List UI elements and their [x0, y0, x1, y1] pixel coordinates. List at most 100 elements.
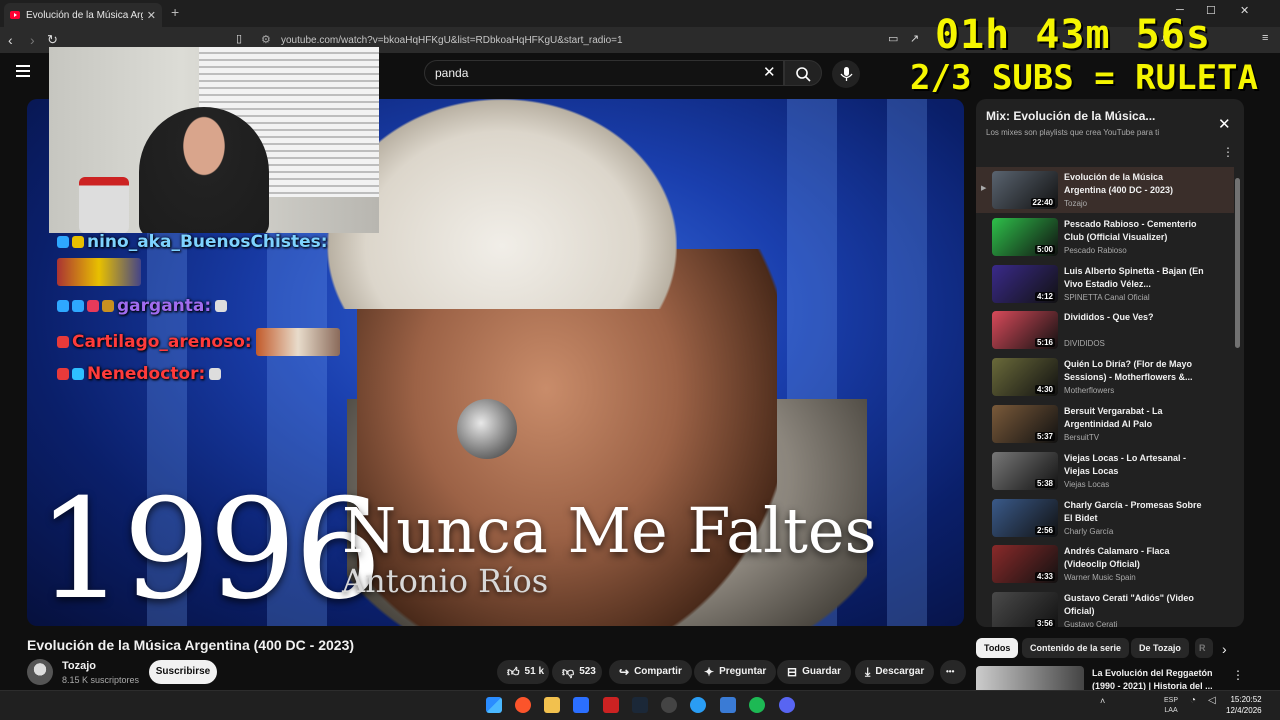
chat-badge-icon [72, 236, 84, 248]
guide-menu-icon[interactable] [16, 65, 30, 77]
obs-icon[interactable] [661, 697, 677, 713]
notepad-icon[interactable] [720, 697, 736, 713]
steam-icon[interactable] [632, 697, 648, 713]
playlist-item-duration: 2:56 [1034, 525, 1055, 535]
playlist-item-title: Luis Alberto Spinetta - Bajan (En Vivo E… [1064, 265, 1204, 289]
playlist-item[interactable]: 4:33 Andrés Calamaro - Flaca (Videoclip O… [976, 541, 1234, 587]
playlist-item-thumbnail: 5:00 [992, 217, 1058, 256]
playlist-item-channel: Viejas Locas [1064, 479, 1110, 489]
chat-badge-icon [57, 336, 69, 348]
dislike-button[interactable]: 👎︎ 523 [552, 660, 602, 684]
like-button[interactable]: 👍︎ 51 k [497, 660, 549, 684]
playlist-item[interactable]: 2:56 Charly García - Promesas Sobre El Bi… [976, 495, 1234, 541]
start-icon[interactable] [486, 697, 502, 713]
playlist-item[interactable]: 5:16 Divididos - Que Ves? DIVIDIDOS [976, 307, 1234, 353]
language-indicator[interactable]: ESP LAA [1164, 696, 1178, 716]
clock[interactable]: 15:20:52 12/4/2026 [1226, 694, 1262, 716]
chevron-right-icon[interactable]: › [1222, 641, 1227, 657]
new-tab-button[interactable]: + [171, 4, 179, 20]
recommendation-thumbnail[interactable] [976, 666, 1084, 690]
playlist-item-title: Quién Lo Diría? (Flor de Mayo Sessions) … [1064, 359, 1193, 383]
playlist-item-thumbnail: 2:56 [992, 498, 1058, 537]
chat-username: nino_aka_BuenosChistes: [87, 232, 328, 252]
chip-todos[interactable]: Todos [976, 638, 1019, 658]
chip-partial[interactable]: R [1195, 638, 1213, 658]
site-info-icon[interactable]: ⚙ [261, 33, 271, 46]
reload-icon[interactable]: ↻ [47, 32, 58, 48]
playlist-item-thumbnail: 5:38 [992, 451, 1058, 490]
recommendation-more-icon[interactable]: ⋮ [1232, 668, 1244, 682]
download-button[interactable]: ⤓ Descargar [855, 660, 935, 684]
playlist-item-thumbnail: 4:30 [992, 358, 1058, 397]
chip-channel[interactable]: De Tozajo [1131, 638, 1189, 658]
window-close-button[interactable]: ✕ [1240, 4, 1249, 17]
playlist-item-thumbnail: 22:40 [992, 171, 1058, 209]
playlist-item-title: Andrés Calamaro - Flaca (Videoclip Ofici… [1064, 546, 1170, 570]
playlist-item-channel: Charly García [1064, 526, 1114, 536]
tab-close-icon[interactable]: ✕ [147, 9, 156, 22]
playlist-item-thumbnail: 4:33 [992, 545, 1058, 584]
like-count: 51 k [524, 666, 545, 677]
forward-icon[interactable]: › [30, 32, 35, 48]
close-playlist-icon[interactable]: ✕ [1218, 115, 1231, 133]
bookmark-icon[interactable]: ▯ [236, 32, 242, 45]
ask-button[interactable]: ✦ Preguntar [694, 660, 777, 684]
playlist-more-icon[interactable]: ⋮ [1222, 145, 1234, 159]
playlist-item-duration: 5:38 [1034, 478, 1055, 488]
tab-title: Evolución de la Música Argentin [26, 9, 143, 21]
playlist-item[interactable]: 5:38 Viejas Locas - Lo Artesanal - Viejas… [976, 448, 1234, 494]
channel-name[interactable]: Tozajo [62, 660, 96, 672]
playlist-item[interactable]: 5:00 Pescado Rabioso - Cementerio Club (O… [976, 214, 1234, 260]
browser-tab[interactable]: Evolución de la Música Argentin ✕ [4, 3, 162, 27]
back-icon[interactable]: ‹ [8, 32, 13, 48]
share-icon: ↪ [619, 665, 630, 679]
search-button[interactable] [784, 60, 822, 86]
playlist-item-channel: Tozajo [1064, 199, 1088, 208]
browser-menu-icon[interactable]: ≡ [1262, 32, 1268, 44]
playlist-item-title: Pescado Rabioso - Cementerio Club (Offic… [1064, 218, 1197, 242]
wifi-icon[interactable]: ◔ [1190, 696, 1196, 706]
volume-icon[interactable]: ◁ [1208, 696, 1216, 706]
clear-search-icon[interactable]: ✕ [763, 63, 776, 81]
chip-series[interactable]: Contenido de la serie [1022, 638, 1130, 658]
playlist-item-channel: Gustavo Cerati [1064, 620, 1118, 627]
search-icon [796, 67, 811, 82]
playlist-title[interactable]: Mix: Evolución de la Música... [986, 109, 1186, 123]
playlist-panel: Mix: Evolución de la Música... Los mixes… [976, 99, 1244, 627]
thumbs-down-icon: 👎︎ [562, 665, 575, 679]
app-icon[interactable] [690, 697, 706, 713]
playlist-item-duration: 4:12 [1034, 291, 1055, 301]
chat-badge-icon [72, 300, 84, 312]
playlist-item-thumbnail: 3:56 [992, 592, 1058, 627]
chat-emote-icon [215, 300, 228, 312]
playlist-item[interactable]: 4:30 Quién Lo Diría? (Flor de Mayo Sessio… [976, 354, 1234, 400]
file-explorer-icon[interactable] [544, 697, 560, 713]
discord-icon[interactable] [779, 697, 795, 713]
spotify-icon[interactable] [749, 697, 765, 713]
subscribe-button[interactable]: Suscribirse [149, 660, 217, 684]
streamer [139, 107, 269, 233]
download-icon: ⤓ [865, 665, 871, 679]
save-button[interactable]: ⊟ Guardar [777, 660, 851, 684]
more-actions-button[interactable]: ••• [940, 660, 966, 684]
share-button[interactable]: ↪ Compartir [609, 660, 692, 684]
playlist-item[interactable]: 4:12 Luis Alberto Spinetta - Bajan (En Vi… [976, 261, 1234, 307]
playlist-item[interactable]: ▶ 22:40 Evolución de la Música Argentina (… [976, 167, 1234, 213]
stream-timer: 01h 43m 56s [935, 12, 1211, 58]
voice-search-button[interactable] [832, 60, 860, 88]
obs-recording-icon[interactable] [603, 697, 619, 713]
playlist-item-duration: 4:30 [1034, 385, 1055, 395]
bing-icon[interactable] [573, 697, 589, 713]
playlist-item-title: Gustavo Cerati "Adiós" (Video Oficial) [1064, 593, 1194, 617]
playlist-item-title: Divididos - Que Ves? [1064, 312, 1154, 323]
share-page-icon[interactable]: ↗ [910, 32, 919, 45]
tray-chevron-icon[interactable]: ˄ [1100, 696, 1105, 706]
search-input[interactable]: panda [424, 60, 784, 86]
brave-icon[interactable] [515, 697, 531, 713]
channel-avatar[interactable] [27, 659, 53, 685]
playlist-item[interactable]: 5:37 Bersuit Vergarabat - La Argentinidad… [976, 401, 1234, 447]
thermos [79, 177, 129, 233]
playlist-scrollbar[interactable] [1235, 178, 1240, 348]
playlist-item[interactable]: 3:56 Gustavo Cerati "Adiós" (Video Oficia… [976, 588, 1234, 627]
cast-icon[interactable]: ▭ [888, 32, 898, 45]
